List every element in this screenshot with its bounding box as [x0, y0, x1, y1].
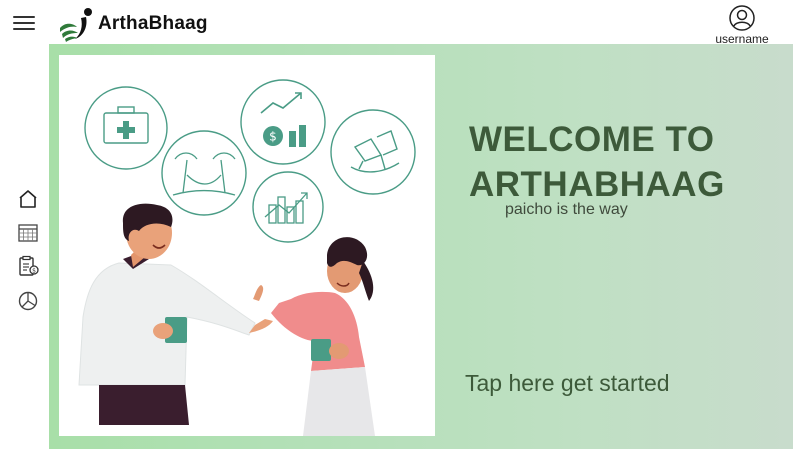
brand-name: ArthaBhaag: [98, 13, 208, 34]
user-avatar-icon: [729, 5, 755, 31]
clipboard-bill-icon[interactable]: $: [17, 255, 39, 277]
hamburger-menu-icon[interactable]: [13, 15, 35, 31]
logo-mark-icon: [60, 8, 92, 42]
side-navigation: $: [0, 45, 49, 449]
beach-vacation-icon: [161, 130, 247, 216]
savings-growth-icon: [240, 79, 326, 165]
get-started-button[interactable]: Tap here get started: [465, 370, 670, 397]
svg-text:$: $: [269, 130, 277, 144]
calendar-icon[interactable]: [17, 222, 39, 244]
svg-text:$: $: [32, 267, 36, 274]
brand-logo[interactable]: ArthaBhaag: [57, 6, 208, 42]
pie-chart-icon[interactable]: [17, 290, 39, 312]
welcome-heading: WELCOME TO ARTHABHAAG: [469, 120, 725, 204]
top-header: ArthaBhaag username: [0, 0, 793, 46]
retirement-chair-icon: [330, 109, 416, 195]
tagline-text: paicho is the way: [505, 201, 628, 218]
user-profile[interactable]: username: [707, 5, 777, 46]
hero-illustration: $: [59, 55, 435, 436]
home-icon[interactable]: [17, 188, 39, 210]
hero-section: $ WELCOME TO ARTHABHAAG paicho is the wa…: [49, 44, 793, 449]
